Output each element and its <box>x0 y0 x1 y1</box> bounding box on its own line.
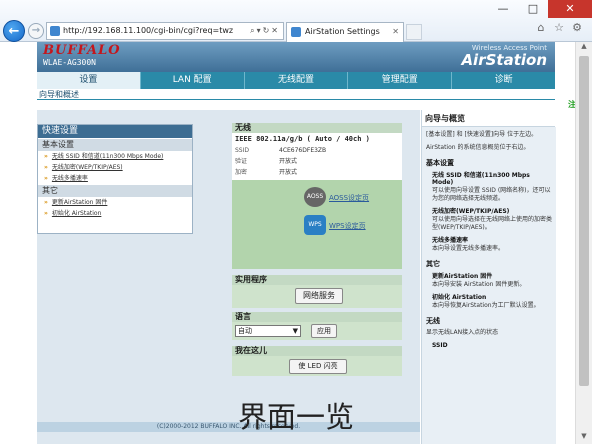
settings-gear-icon[interactable]: ⚙ <box>568 21 586 34</box>
minimize-button[interactable]: — <box>488 0 518 18</box>
help-entry-desc: 可以使用向导选择在无线网络上使用的加密类型(WEP/TKIP/AES)。 <box>432 216 553 231</box>
wireless-setup-area: AOSS AOSS设定页 WPS WPS设定页 <box>232 180 402 269</box>
tab-close-icon[interactable]: ✕ <box>392 23 399 41</box>
quick-item-initialize[interactable]: » 初始化 AirStation <box>38 208 192 219</box>
help-entry-desc: 本向导恢复AirStation为工厂默认设置。 <box>432 302 540 309</box>
quick-item-multicast[interactable]: » 无线多播速率 <box>38 173 192 184</box>
aoss-setup-link[interactable]: AOSS AOSS设定页 <box>304 187 392 209</box>
subnav: 向导和概述 <box>37 89 555 100</box>
help-entry-title: 初始化 AirStation <box>432 294 487 301</box>
browser-tab[interactable]: AirStation Settings ✕ <box>286 22 404 42</box>
double-arrow-icon: » <box>44 164 48 171</box>
quick-item-ssid[interactable]: » 无线 SSID 和信道(11n300 Mbps Mode) <box>38 151 192 162</box>
address-url[interactable]: http://192.168.11.100/cgi-bin/cgi?req=tw… <box>63 23 233 39</box>
wps-icon: WPS <box>304 215 326 235</box>
help-entry-title: 无线 SSID 和信道(11n300 Mbps Mode) <box>432 172 530 186</box>
help-entry-title: 更新AirStation 固件 <box>432 273 493 280</box>
other-header: 其它 <box>38 185 192 197</box>
help-entry-title: 无线多播速率 <box>432 237 469 244</box>
wireless-mode: IEEE 802.11a/g/b ( Auto / 40ch ) <box>235 135 370 143</box>
forward-arrow-icon[interactable]: → <box>28 23 44 39</box>
back-arrow-icon[interactable]: ← <box>3 20 25 42</box>
favorites-star-icon[interactable]: ☆ <box>550 21 568 34</box>
tab-diagnostics[interactable]: 诊断 <box>452 72 555 89</box>
tab-favicon-icon <box>291 27 301 37</box>
scroll-down-arrow-icon[interactable]: ▼ <box>576 432 592 444</box>
tab-setup[interactable]: 设置 <box>37 72 141 89</box>
tab-admin-config[interactable]: 管理配置 <box>348 72 453 89</box>
utilities-title: 实用程序 <box>232 275 402 285</box>
quick-item-firmware[interactable]: » 更新AirStation 固件 <box>38 197 192 208</box>
locate-title: 我在这儿 <box>232 346 402 356</box>
page-scrollbar[interactable]: ▲ ▼ <box>575 42 592 444</box>
aoss-icon: AOSS <box>304 187 326 207</box>
network-services-button[interactable]: 网络服务 <box>295 288 343 304</box>
buffalo-logo: BUFFALO <box>43 43 121 58</box>
home-icon[interactable]: ⌂ <box>532 21 550 34</box>
wireless-panel: 无线 IEEE 802.11a/g/b ( Auto / 40ch ) SSID… <box>232 123 402 269</box>
airstation-brand: AirStation <box>461 51 547 69</box>
quick-item-encryption[interactable]: » 无线加密(WEP/TKIP/AES) <box>38 162 192 173</box>
chevron-down-icon: ▼ <box>292 327 298 335</box>
help-entry-desc: 本向导设置无线多播速率。 <box>432 245 505 252</box>
help-entry-desc: 可以使用向导设置 SSID (网络名称)，还可以为您的网络选择无线频道。 <box>432 187 551 202</box>
language-select[interactable]: 自动 ▼ <box>235 325 301 337</box>
help-sidebar: 向导与概览 [基本设置] 和 [快速设置]向导 位于左边。 AirStation… <box>421 110 556 444</box>
browser-toolbar-right: ⌂ ☆ ⚙ <box>532 21 588 39</box>
wireless-row-ssid: SSID 4CE676DFE3ZB <box>235 147 327 154</box>
help-basic-header: 基本设置 <box>426 159 454 167</box>
help-wireless-header: 无线 <box>426 317 440 325</box>
web-page: BUFFALO WLAE-AG300N Wireless Access Poin… <box>0 42 592 444</box>
tab-lan-config[interactable]: LAN 配置 <box>141 72 245 89</box>
model-name: WLAE-AG300N <box>43 58 96 67</box>
flash-led-button[interactable]: 使 LED 闪亮 <box>289 359 347 374</box>
quick-setup-panel: 快速设置 基本设置 » 无线 SSID 和信道(11n300 Mbps Mode)… <box>37 124 193 234</box>
new-tab-button[interactable] <box>406 24 422 40</box>
help-ssid-label: SSID <box>432 342 448 349</box>
basic-settings-header: 基本设置 <box>38 139 192 151</box>
double-arrow-icon: » <box>44 153 48 160</box>
address-tools-icon[interactable]: ⌕▾↻✕ <box>250 23 280 39</box>
double-arrow-icon: » <box>44 199 48 206</box>
utilities-panel: 实用程序 网络服务 <box>232 275 402 308</box>
address-bar[interactable]: http://192.168.11.100/cgi-bin/cgi?req=tw… <box>46 22 284 40</box>
double-arrow-icon: » <box>44 175 48 182</box>
help-content[interactable]: [基本设置] 和 [快速设置]向导 位于左边。 AirStation 的系统信息… <box>422 127 556 444</box>
wizard-overview-link[interactable]: 向导和概述 <box>39 89 79 100</box>
header-banner: BUFFALO WLAE-AG300N Wireless Access Poin… <box>37 42 555 72</box>
main-tabs: 设置 LAN 配置 无线配置 管理配置 诊断 <box>37 72 555 89</box>
wireless-row-auth: 验证 开放式 <box>235 158 298 165</box>
language-panel: 语言 自动 ▼ 应用 <box>232 312 402 340</box>
apply-button[interactable]: 应用 <box>311 324 337 338</box>
help-intro2: AirStation 的系统信息概览位于右边。 <box>426 144 530 151</box>
close-button[interactable]: ✕ <box>548 0 592 18</box>
help-wireless-desc: 显示无线LAN接入点的状态 <box>426 329 499 336</box>
double-arrow-icon: » <box>44 210 48 217</box>
wireless-row-encryption: 加密 开放式 <box>235 169 298 176</box>
help-other-header: 其它 <box>426 260 440 268</box>
help-entry-desc: 本向导安装 AirStation 固件更新。 <box>432 281 526 288</box>
wps-setup-link[interactable]: WPS WPS设定页 <box>304 215 392 237</box>
wireless-title: 无线 <box>232 123 402 133</box>
help-entry-title: 无线加密(WEP/TKIP/AES) <box>432 208 510 215</box>
tab-wireless-config[interactable]: 无线配置 <box>245 72 349 89</box>
tab-title: AirStation Settings <box>305 27 380 36</box>
browser-chrome: — □ ✕ ← → http://192.168.11.100/cgi-bin/… <box>0 0 592 42</box>
help-title: 向导与概览 <box>422 110 555 127</box>
site-favicon-icon <box>50 26 60 36</box>
quick-setup-title: 快速设置 <box>38 125 192 138</box>
help-intro: [基本设置] 和 [快速设置]向导 位于左边。 <box>426 131 538 138</box>
overlay-caption: 界面一览 <box>237 400 354 434</box>
scroll-up-arrow-icon[interactable]: ▲ <box>576 42 592 54</box>
locate-panel: 我在这儿 使 LED 闪亮 <box>232 346 402 376</box>
language-title: 语言 <box>232 312 402 322</box>
scroll-thumb[interactable] <box>579 56 589 386</box>
maximize-button[interactable]: □ <box>518 0 548 18</box>
